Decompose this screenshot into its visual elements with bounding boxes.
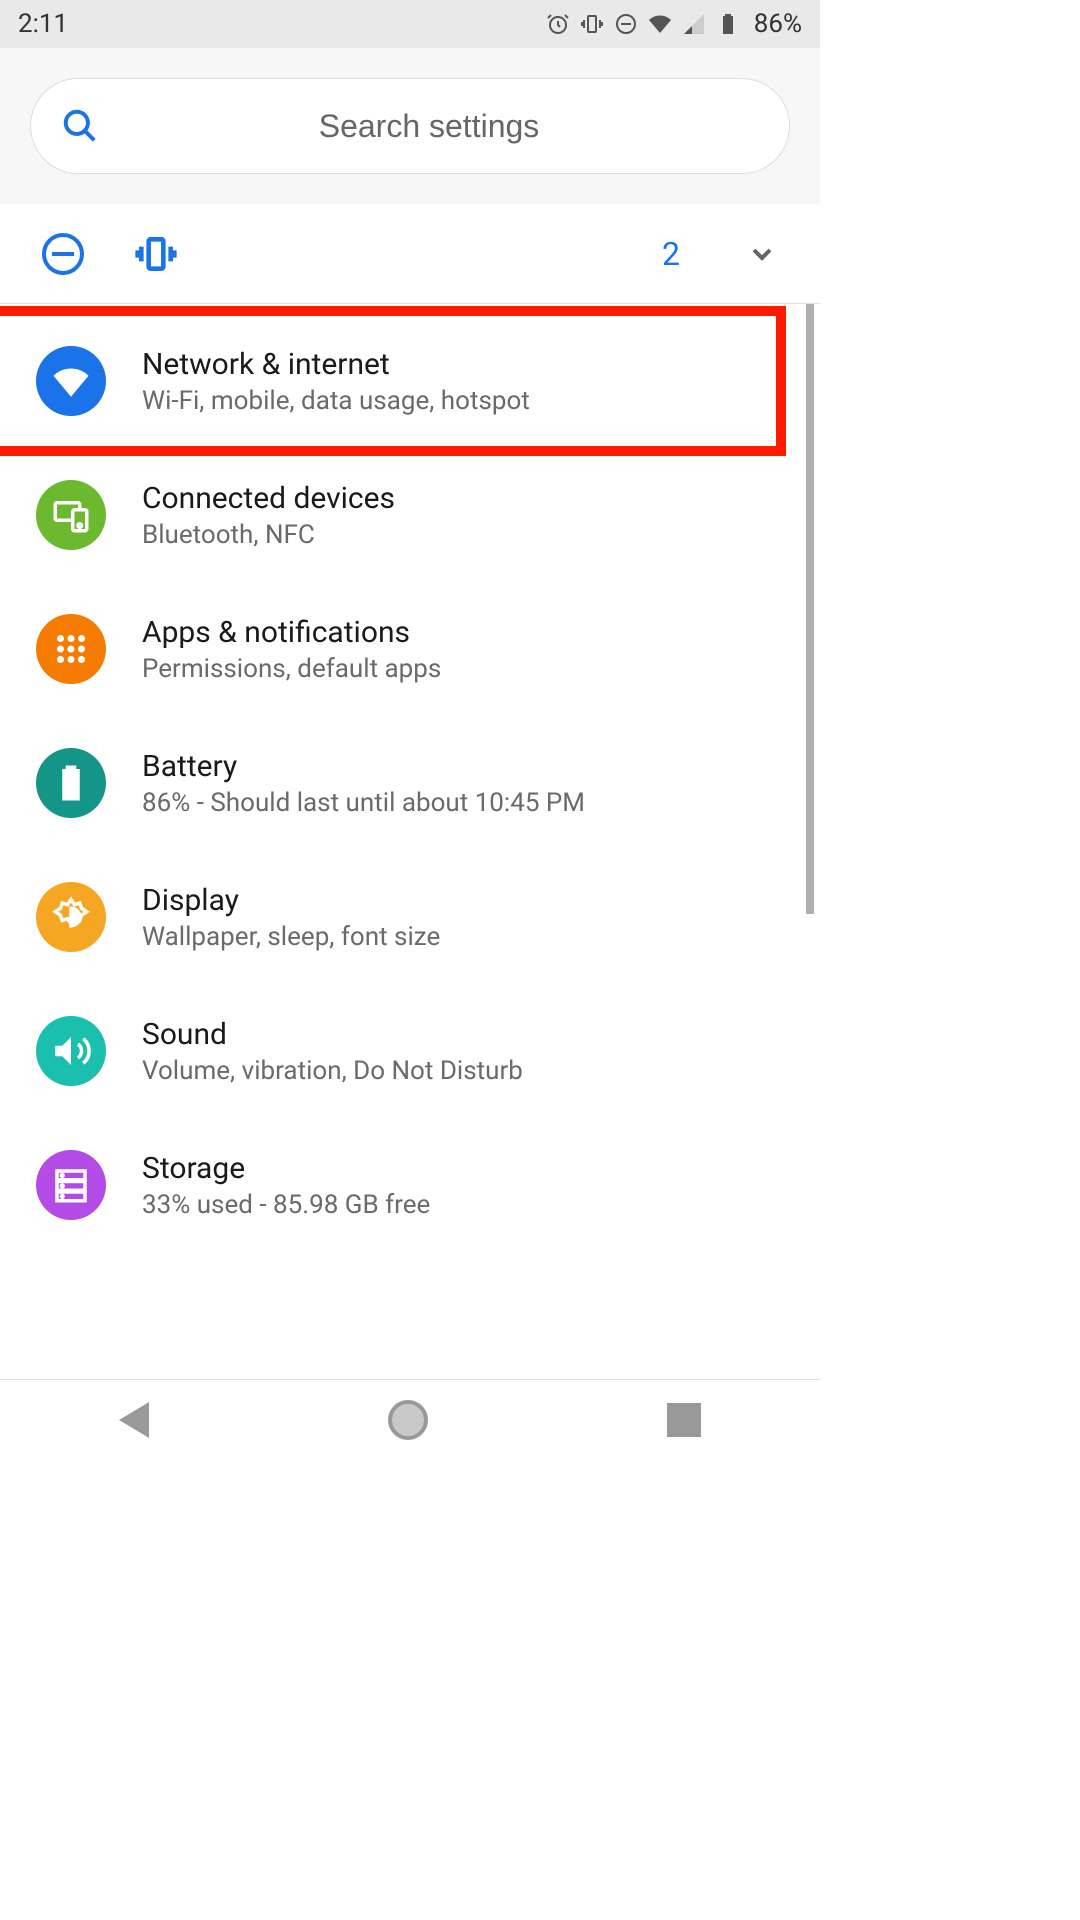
storage-icon bbox=[36, 1150, 106, 1220]
item-text: Network & internet Wi-Fi, mobile, data us… bbox=[142, 347, 530, 416]
apps-icon bbox=[36, 614, 106, 684]
settings-panel: Network & internet Wi-Fi, mobile, data us… bbox=[0, 304, 820, 1379]
settings-item-battery[interactable]: Battery 86% - Should last until about 10:… bbox=[0, 716, 814, 850]
vibrate-suggestion-icon[interactable] bbox=[134, 232, 178, 276]
suggestions-count: 2 bbox=[662, 235, 680, 273]
item-subtitle: Permissions, default apps bbox=[142, 654, 441, 684]
cell-signal-icon bbox=[682, 12, 706, 36]
item-title: Display bbox=[142, 883, 440, 918]
item-title: Sound bbox=[142, 1017, 523, 1052]
item-title: Network & internet bbox=[142, 347, 530, 382]
alarm-icon bbox=[546, 12, 570, 36]
item-text: Connected devices Bluetooth, NFC bbox=[142, 481, 395, 550]
overview-button[interactable] bbox=[667, 1403, 701, 1437]
vibrate-icon bbox=[580, 12, 604, 36]
status-icons: 86% bbox=[546, 9, 802, 39]
item-subtitle: Wallpaper, sleep, font size bbox=[142, 922, 440, 952]
dnd-suggestion-icon[interactable] bbox=[42, 233, 84, 275]
system-nav-bar bbox=[0, 1379, 820, 1459]
item-title: Battery bbox=[142, 749, 585, 784]
item-text: Display Wallpaper, sleep, font size bbox=[142, 883, 440, 952]
battery-percent: 86% bbox=[754, 9, 802, 39]
item-text: Battery 86% - Should last until about 10:… bbox=[142, 749, 585, 818]
sound-icon bbox=[36, 1016, 106, 1086]
item-subtitle: 33% used - 85.98 GB free bbox=[142, 1190, 430, 1220]
chevron-down-icon[interactable] bbox=[746, 238, 778, 270]
item-subtitle: Wi-Fi, mobile, data usage, hotspot bbox=[142, 386, 530, 416]
settings-list: Network & internet Wi-Fi, mobile, data us… bbox=[0, 304, 814, 1252]
item-title: Storage bbox=[142, 1151, 430, 1186]
item-subtitle: Volume, vibration, Do Not Disturb bbox=[142, 1056, 523, 1086]
item-title: Apps & notifications bbox=[142, 615, 441, 650]
settings-item-storage[interactable]: Storage 33% used - 85.98 GB free bbox=[0, 1118, 814, 1252]
search-input[interactable] bbox=[99, 108, 759, 145]
battery-icon bbox=[716, 12, 740, 36]
dnd-icon bbox=[614, 12, 638, 36]
suggestions-strip[interactable]: 2 bbox=[0, 204, 820, 304]
item-title: Connected devices bbox=[142, 481, 395, 516]
item-subtitle: 86% - Should last until about 10:45 PM bbox=[142, 788, 585, 818]
wifi-icon bbox=[36, 346, 106, 416]
battery-icon bbox=[36, 748, 106, 818]
display-icon bbox=[36, 882, 106, 952]
settings-item-apps[interactable]: Apps & notifications Permissions, default… bbox=[0, 582, 814, 716]
search-icon bbox=[61, 107, 99, 145]
settings-item-wifi[interactable]: Network & internet Wi-Fi, mobile, data us… bbox=[0, 314, 814, 448]
wifi-status-icon bbox=[648, 12, 672, 36]
settings-item-devices[interactable]: Connected devices Bluetooth, NFC bbox=[0, 448, 814, 582]
search-area bbox=[0, 48, 820, 204]
item-text: Sound Volume, vibration, Do Not Disturb bbox=[142, 1017, 523, 1086]
item-subtitle: Bluetooth, NFC bbox=[142, 520, 395, 550]
status-bar: 2:11 86% bbox=[0, 0, 820, 48]
item-text: Storage 33% used - 85.98 GB free bbox=[142, 1151, 430, 1220]
devices-icon bbox=[36, 480, 106, 550]
status-time: 2:11 bbox=[18, 9, 68, 39]
home-button[interactable] bbox=[388, 1400, 428, 1440]
back-button[interactable] bbox=[119, 1402, 149, 1438]
item-text: Apps & notifications Permissions, default… bbox=[142, 615, 441, 684]
search-bar[interactable] bbox=[30, 78, 790, 174]
settings-item-display[interactable]: Display Wallpaper, sleep, font size bbox=[0, 850, 814, 984]
settings-item-sound[interactable]: Sound Volume, vibration, Do Not Disturb bbox=[0, 984, 814, 1118]
